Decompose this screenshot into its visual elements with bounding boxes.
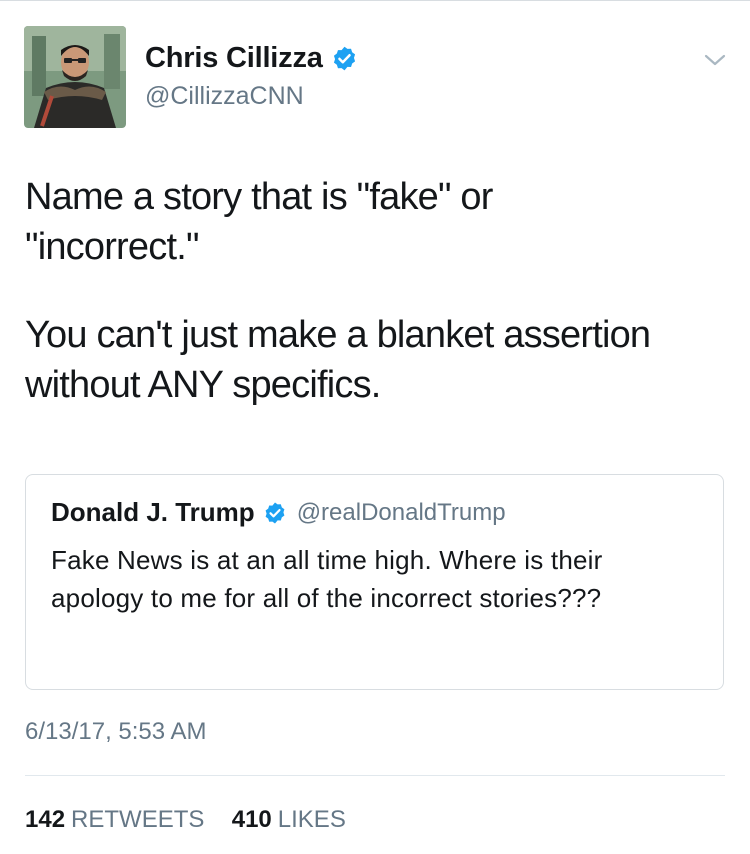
retweets-label: RETWEETS xyxy=(71,806,205,833)
quoted-tweet-card[interactable]: Donald J. Trump @realDonaldTrump Fake Ne… xyxy=(25,474,724,690)
likes-stat[interactable]: 410 LIKES xyxy=(232,806,346,833)
avatar[interactable] xyxy=(24,26,126,128)
tweet-timestamp[interactable]: 6/13/17, 5:53 AM xyxy=(25,718,206,746)
chevron-down-icon[interactable] xyxy=(703,50,727,70)
author-name-row[interactable]: Chris Cillizza xyxy=(145,42,358,75)
quoted-author-handle: @realDonaldTrump xyxy=(296,498,506,526)
verified-badge-icon xyxy=(331,45,358,72)
quoted-tweet-header: Donald J. Trump @realDonaldTrump xyxy=(51,497,506,528)
tweet-stats: 142 RETWEETS 410 LIKES xyxy=(25,806,346,834)
likes-count: 410 xyxy=(231,806,272,833)
avatar-image xyxy=(24,26,126,128)
top-divider xyxy=(0,0,750,1)
likes-label: LIKES xyxy=(277,806,346,833)
author-name[interactable]: Chris Cillizza xyxy=(145,42,323,75)
verified-badge-icon xyxy=(263,501,287,525)
retweets-count: 142 xyxy=(25,806,66,833)
retweets-stat[interactable]: 142 RETWEETS xyxy=(25,806,211,833)
stats-divider xyxy=(25,775,725,776)
tweet-text-paragraph: Name a story that is "fake" or "incorrec… xyxy=(25,176,493,268)
tweet-text-paragraph: You can't just make a blanket assertion … xyxy=(25,314,651,406)
author-handle[interactable]: @CillizzaCNN xyxy=(145,82,304,111)
quoted-author-name: Donald J. Trump xyxy=(51,497,255,527)
quoted-tweet-text: Fake News is at an all time high. Where … xyxy=(51,545,603,613)
